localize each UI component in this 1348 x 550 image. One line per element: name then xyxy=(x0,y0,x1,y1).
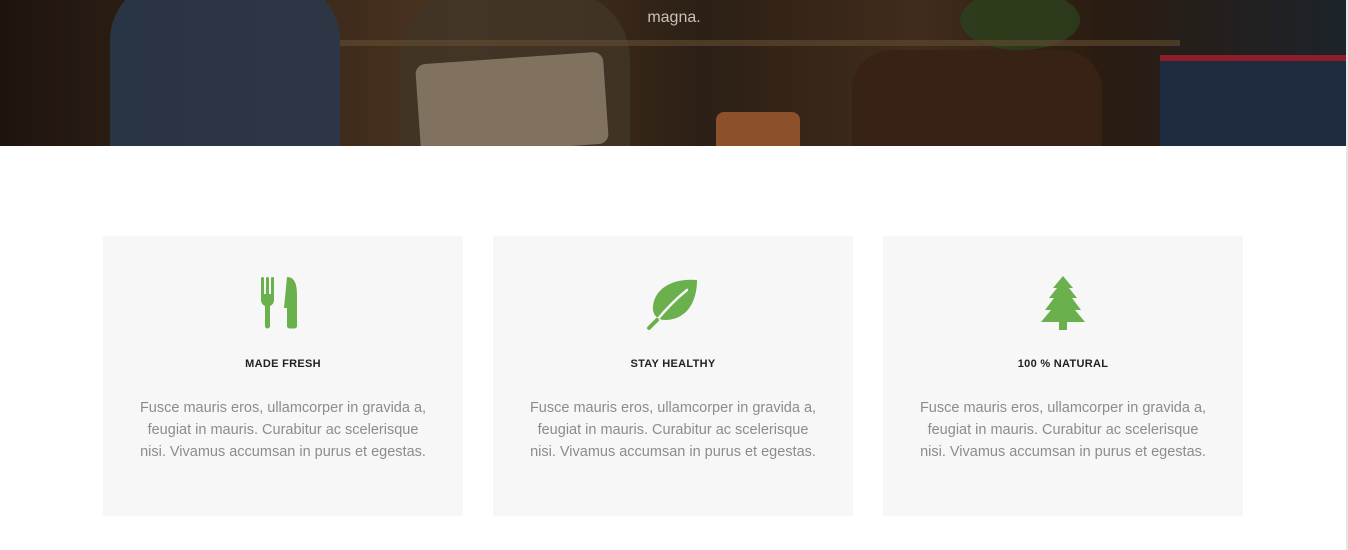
feature-card-made-fresh: MADE FRESH Fusce mauris eros, ullamcorpe… xyxy=(103,236,463,516)
cutlery-icon xyxy=(261,277,297,329)
feature-description: Fusce mauris eros, ullamcorper in gravid… xyxy=(529,400,817,460)
leaf-icon xyxy=(647,279,697,330)
feature-cards: MADE FRESH Fusce mauris eros, ullamcorpe… xyxy=(103,236,1243,516)
hero-text-fragment: magna. xyxy=(647,9,701,26)
feature-title: STAY HEALTHY xyxy=(630,358,716,370)
hero-text: magna. xyxy=(0,8,1348,28)
hero-banner: magna. xyxy=(0,0,1348,146)
feature-title: 100 % NATURAL xyxy=(1017,358,1109,370)
feature-card-stay-healthy: STAY HEALTHY Fusce mauris eros, ullamcor… xyxy=(493,236,853,516)
tree-icon xyxy=(1041,276,1085,330)
feature-title: MADE FRESH xyxy=(245,358,321,370)
feature-card-natural: 100 % NATURAL Fusce mauris eros, ullamco… xyxy=(883,236,1243,516)
feature-description: Fusce mauris eros, ullamcorper in gravid… xyxy=(139,400,427,460)
feature-description: Fusce mauris eros, ullamcorper in gravid… xyxy=(919,400,1207,460)
